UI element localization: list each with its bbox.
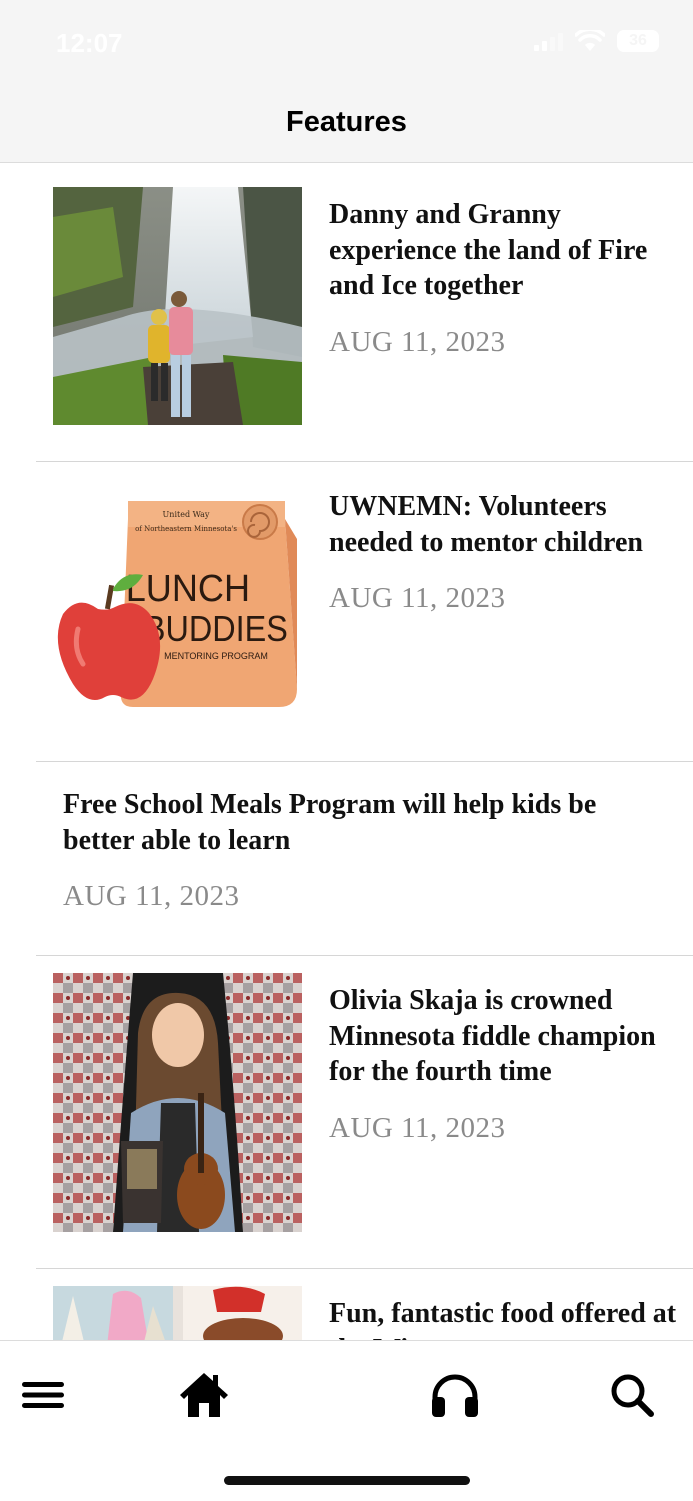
article-item[interactable]: Olivia Skaja is crowned Minnesota fiddle… [36,955,693,1269]
article-date: AUG 11, 2023 [329,582,506,614]
page-title: Features [286,106,407,138]
navigation-header: Features [0,88,693,163]
waterfall-photo [53,187,302,425]
article-item[interactable]: Danny and Granny experience the land of … [36,163,693,462]
article-thumbnail-food[interactable] [53,1286,302,1340]
article-feed[interactable]: Danny and Granny experience the land of … [0,163,693,1340]
graphic-title-line1: LUNCH [126,566,250,609]
home-icon [180,1373,228,1417]
article-item[interactable]: Fun, fantastic food offered at the Wi... [36,1268,693,1340]
status-icons: 36 [534,30,659,52]
search-button[interactable] [602,1365,662,1425]
headphones-icon [432,1374,478,1417]
search-icon [611,1374,654,1417]
fiddle-champion-photo [53,973,302,1232]
status-time: 12:07 [56,28,123,58]
menu-icon [22,1382,64,1408]
article-item[interactable]: United Way of Northeastern Minnesota's L… [36,461,693,762]
article-date: AUG 11, 2023 [63,880,240,912]
home-indicator[interactable] [224,1476,470,1485]
wifi-icon [575,30,605,51]
article-headline[interactable]: Free School Meals Program will help kids… [63,787,663,858]
graphic-subtitle: MENTORING PROGRAM [164,651,268,661]
menu-button[interactable] [13,1365,73,1425]
article-date: AUG 11, 2023 [329,1111,506,1144]
graphic-org-line2: of Northeastern Minnesota's [135,525,237,533]
article-thumbnail-waterfall[interactable] [53,187,302,425]
food-photo [53,1286,302,1340]
lunch-buddies-graphic: United Way of Northeastern Minnesota's L… [53,479,302,715]
article-item[interactable]: Free School Meals Program will help kids… [36,761,693,956]
graphic-org-line1: United Way [163,510,210,519]
cellular-signal-icon [534,31,563,51]
article-date: AUG 11, 2023 [329,325,506,358]
status-bar: 12:07 36 [0,0,693,88]
article-headline[interactable]: Fun, fantastic food offered at the Wi... [329,1296,679,1340]
graphic-title-line2: BUDDIES [144,609,288,649]
article-headline[interactable]: Danny and Granny experience the land of … [329,197,679,304]
listen-button[interactable] [425,1365,485,1425]
battery-icon: 36 [617,30,659,52]
article-thumbnail-fiddle[interactable] [53,973,302,1232]
home-button[interactable] [174,1365,234,1425]
article-headline[interactable]: UWNEMN: Volunteers needed to mentor chil… [329,489,679,560]
article-headline[interactable]: Olivia Skaja is crowned Minnesota fiddle… [329,983,679,1090]
article-thumbnail-lunch-buddies[interactable]: United Way of Northeastern Minnesota's L… [53,479,302,715]
